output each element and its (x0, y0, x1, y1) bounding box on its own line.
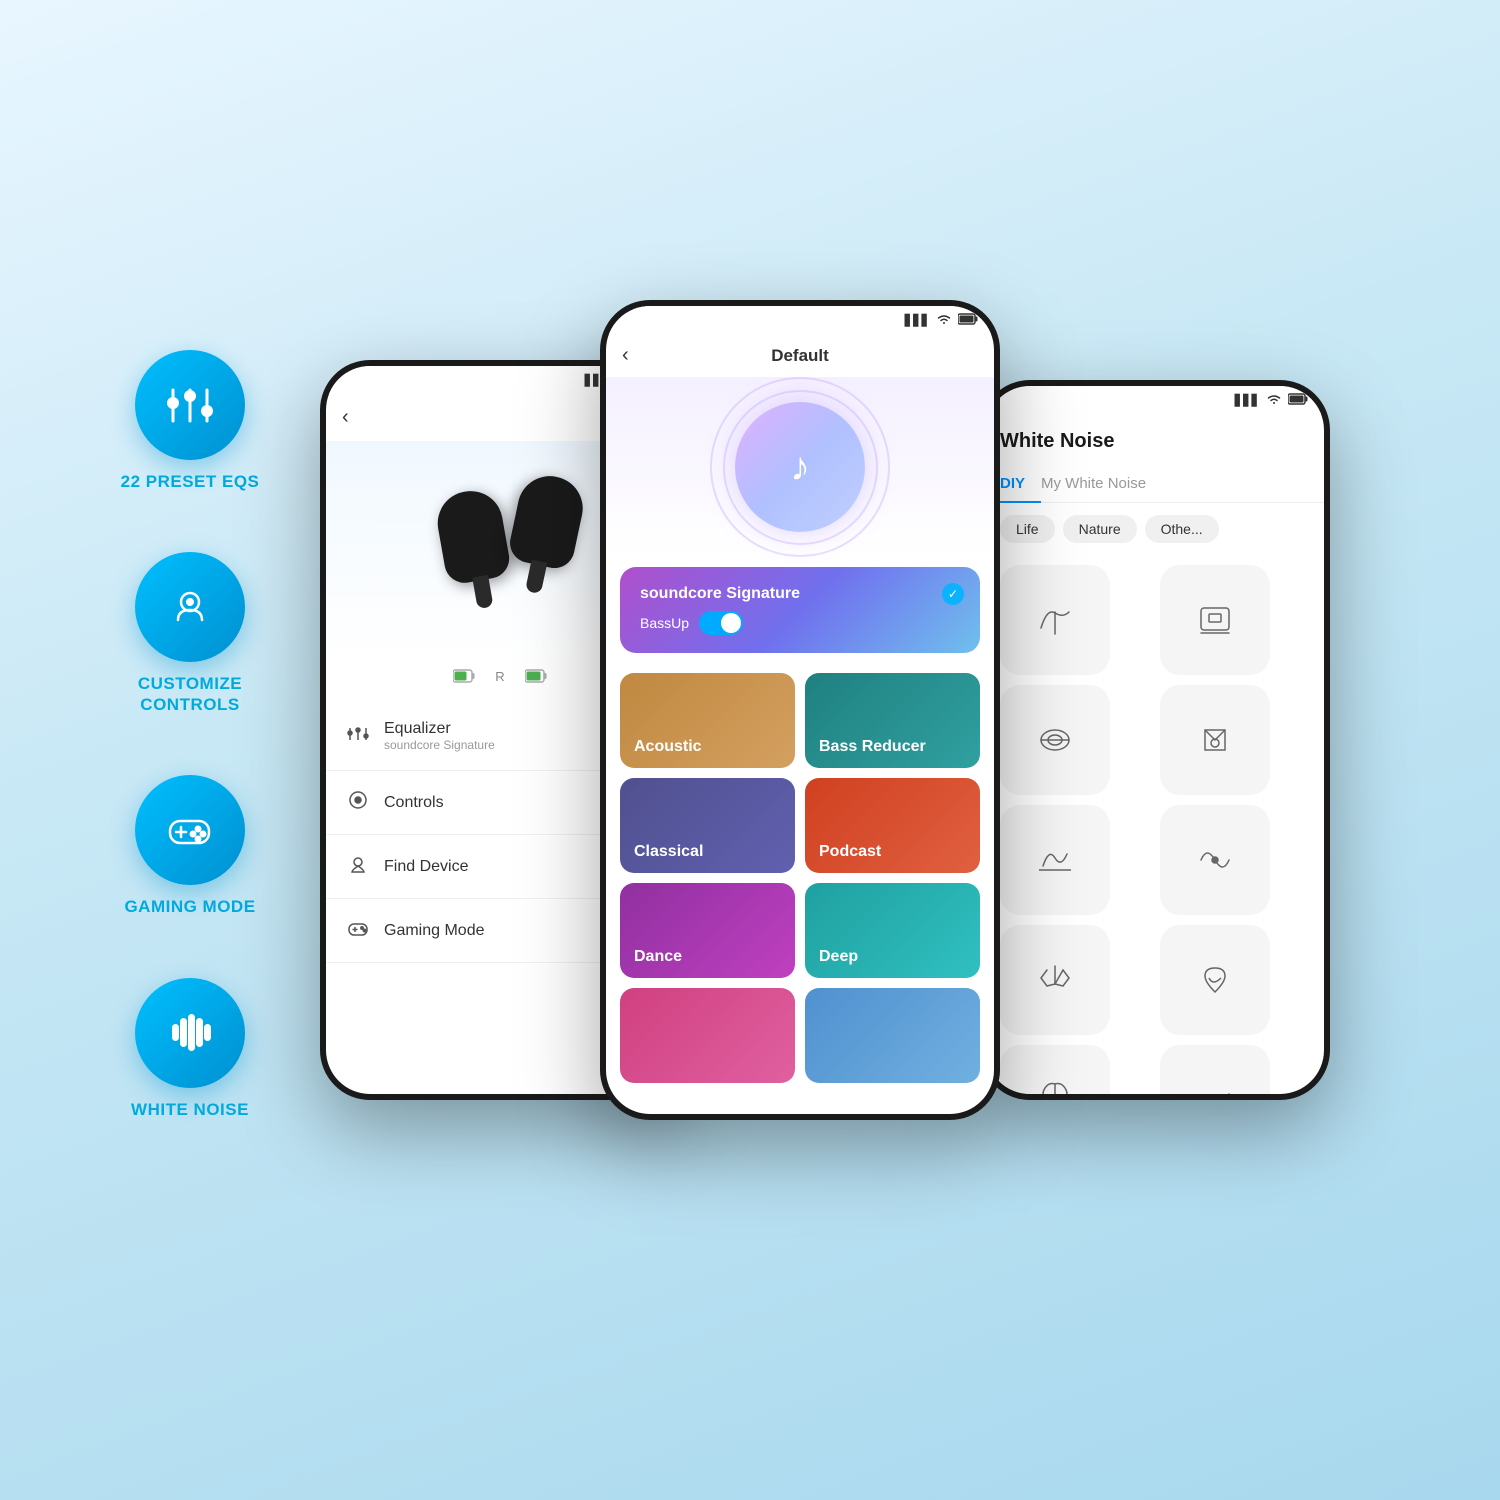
battery-right (525, 669, 547, 686)
eq-deep-label: Deep (819, 948, 858, 966)
eq-card-classical[interactable]: Classical (620, 778, 795, 873)
sound-icon-6[interactable] (1160, 805, 1270, 915)
menu-gaming-text: Gaming Mode (384, 922, 626, 940)
music-note-icon: ♪ (790, 445, 810, 490)
right-screen-title: White Noise (1000, 424, 1310, 459)
menu-find-device-text: Find Device (384, 858, 635, 876)
gaming-label: GAMING MODE (124, 897, 255, 917)
preset-eqs-label: 22 PRESET EQS (121, 472, 260, 492)
battery-left (453, 669, 475, 686)
center-screen-title: Default (771, 346, 829, 366)
phone-center-inner: ▋▋▋ (606, 306, 994, 1114)
menu-eq-sub: soundcore Signature (384, 738, 635, 752)
eq-dance-label: Dance (634, 948, 682, 966)
preset-toggle-row: BassUp (640, 611, 960, 635)
phones-container: ▋▋▋ (300, 280, 1400, 1380)
features-panel: 22 PRESET EQS CUSTOMIZECONTROLS GAMING M (80, 350, 300, 1120)
eq-acoustic-label: Acoustic (634, 738, 702, 756)
center-phone-content: ▋▋▋ (606, 306, 994, 1114)
find-device-menu-icon (346, 853, 370, 880)
eq-card-acoustic[interactable]: Acoustic (620, 673, 795, 768)
tab-diy[interactable]: DIY (1000, 465, 1041, 502)
menu-eq-label: Equalizer (384, 720, 635, 738)
feature-gaming: GAMING MODE (124, 775, 255, 917)
sound-wave-icon (163, 1005, 218, 1060)
back-button-center[interactable]: ‹ (622, 344, 629, 367)
menu-controls-text: Controls (384, 794, 635, 812)
controls-menu-icon (346, 789, 370, 816)
phone-right: ▋▋▋ (980, 380, 1330, 1100)
music-visualizer: ♪ (606, 377, 994, 557)
preset-name: soundcore Signature (640, 585, 960, 603)
right-phone-content: ▋▋▋ (986, 386, 1324, 1094)
sound-icon-2[interactable] (1160, 565, 1270, 675)
eq-classical-label: Classical (634, 843, 703, 861)
feature-white-noise: WHITE NOISE (131, 978, 249, 1120)
earbuds-image (410, 461, 590, 641)
sound-icon-5[interactable] (1000, 805, 1110, 915)
preset-eqs-circle (135, 350, 245, 460)
right-header-bar: White Noise (986, 414, 1324, 465)
preset-toggle-label: BassUp (640, 615, 689, 631)
eq-card-partial2[interactable] (805, 988, 980, 1083)
eq-card-deep[interactable]: Deep (805, 883, 980, 978)
back-button-left[interactable]: ‹ (342, 406, 349, 429)
center-status-bar: ▋▋▋ (606, 306, 994, 334)
white-noise-label: WHITE NOISE (131, 1100, 249, 1120)
cat-other[interactable]: Othe... (1145, 515, 1219, 543)
sound-icon-10[interactable] (1160, 1045, 1270, 1094)
eq-card-podcast[interactable]: Podcast (805, 778, 980, 873)
eq-card-dance[interactable]: Dance (620, 883, 795, 978)
customize-circle (135, 552, 245, 662)
feature-preset-eqs: 22 PRESET EQS (121, 350, 260, 492)
phone-right-inner: ▋▋▋ (986, 386, 1324, 1094)
gamepad-icon (162, 803, 217, 858)
equalizer-icon (163, 378, 218, 433)
sound-icon-4[interactable] (1160, 685, 1270, 795)
gaming-circle (135, 775, 245, 885)
right-wifi (1266, 393, 1282, 408)
right-tabs: DIY My White Noise (986, 465, 1324, 503)
tab-my-white-noise[interactable]: My White Noise (1041, 465, 1162, 502)
cat-nature[interactable]: Nature (1063, 515, 1137, 543)
center-signal: ▋▋▋ (905, 314, 930, 327)
sound-icons-grid (986, 555, 1324, 1094)
center-wifi (936, 313, 952, 328)
preset-card[interactable]: ✓ soundcore Signature BassUp (620, 567, 980, 653)
center-battery (958, 313, 978, 328)
right-status-bar: ▋▋▋ (986, 386, 1324, 414)
eq-card-bass-reducer[interactable]: Bass Reducer (805, 673, 980, 768)
equalizer-menu-icon (346, 723, 370, 750)
menu-equalizer-text: Equalizer soundcore Signature (384, 720, 635, 752)
sound-icon-8[interactable] (1160, 925, 1270, 1035)
eq-podcast-label: Podcast (819, 843, 881, 861)
toggle-knob (721, 613, 741, 633)
preset-check-icon: ✓ (942, 583, 964, 605)
eq-bass-reducer-label: Bass Reducer (819, 738, 926, 756)
right-signal: ▋▋▋ (1235, 394, 1260, 407)
bassup-toggle[interactable] (699, 611, 743, 635)
white-noise-circle (135, 978, 245, 1088)
sound-icon-7[interactable] (1000, 925, 1110, 1035)
touch-icon (163, 580, 218, 635)
sound-icon-9[interactable] (1000, 1045, 1110, 1094)
feature-customize: CUSTOMIZECONTROLS (135, 552, 245, 715)
cat-life[interactable]: Life (1000, 515, 1055, 543)
sound-categories: Life Nature Othe... (986, 503, 1324, 555)
customize-label: CUSTOMIZECONTROLS (138, 674, 242, 715)
battery-percent-left: R (495, 669, 504, 686)
eq-card-partial1[interactable] (620, 988, 795, 1083)
gaming-menu-icon (346, 917, 370, 944)
sound-icon-1[interactable] (1000, 565, 1110, 675)
center-header: ‹ Default (606, 334, 994, 377)
right-battery (1288, 393, 1308, 408)
phone-center: ▋▋▋ (600, 300, 1000, 1120)
visualizer-circle: ♪ (735, 402, 865, 532)
sound-icon-3[interactable] (1000, 685, 1110, 795)
eq-grid: Acoustic Bass Reducer Classical Podcast … (606, 663, 994, 1093)
